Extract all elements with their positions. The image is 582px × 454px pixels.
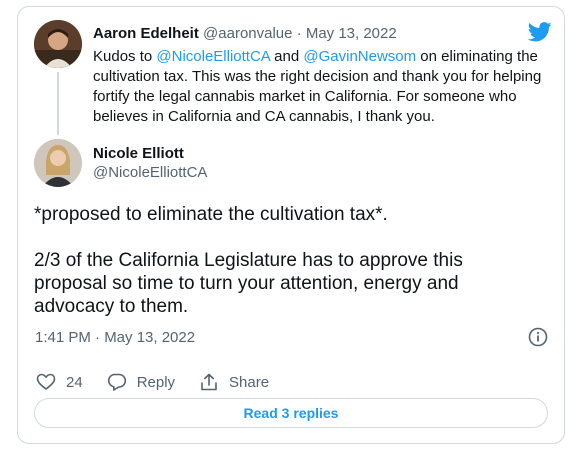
reply-text-part: and [270,48,304,65]
reply-tweet-date[interactable]: · May 13, 2022 [297,25,397,42]
main-tweet-text: *proposed to eliminate the cultivation t… [34,203,534,318]
reply-label: Reply [136,373,176,391]
share-label: Share [229,373,270,391]
main-author-name[interactable]: Nicole Elliott [93,144,207,163]
like-button[interactable]: 24 [36,372,83,392]
like-count: 24 [66,373,83,391]
read-replies-button[interactable]: Read 3 replies [34,398,548,428]
reply-author-name[interactable]: Aaron Edelheit [93,25,199,42]
main-tweet-paragraph: 2/3 of the California Legislature has to… [34,250,463,317]
twitter-logo-icon[interactable] [528,22,552,42]
avatar-aaron-edelheit[interactable] [34,20,82,68]
main-tweet-header: Nicole Elliott @NicoleElliottCA [93,144,207,182]
main-author-handle[interactable]: @NicoleElliottCA [93,163,207,182]
reply-button[interactable]: Reply [107,372,175,392]
tweet-embed-card: Aaron Edelheit @aaronvalue · May 13, 202… [17,6,565,444]
mention-link[interactable]: @GavinNewsom [303,48,416,65]
main-tweet-paragraph: *proposed to eliminate the cultivation t… [34,204,388,225]
mention-link[interactable]: @NicoleElliottCA [156,48,270,65]
reply-bubble-icon [107,373,126,391]
thread-connector-line [57,72,59,135]
tweet-timestamp[interactable]: 1:41 PM · May 13, 2022 [35,329,195,346]
reply-text-part: Kudos to [93,48,157,65]
avatar-nicole-elliott[interactable] [34,139,82,187]
info-icon[interactable] [528,327,548,347]
reply-author-handle[interactable]: @aaronvalue [203,25,292,42]
tweet-actions-bar: 24 Reply Share [36,370,269,394]
share-button[interactable]: Share [199,372,269,392]
heart-icon [36,373,56,390]
reply-tweet-text: Kudos to @NicoleElliottCA and @GavinNews… [93,47,543,127]
share-icon [201,373,217,391]
reply-tweet-header: Aaron Edelheit @aaronvalue · May 13, 202… [93,25,397,42]
